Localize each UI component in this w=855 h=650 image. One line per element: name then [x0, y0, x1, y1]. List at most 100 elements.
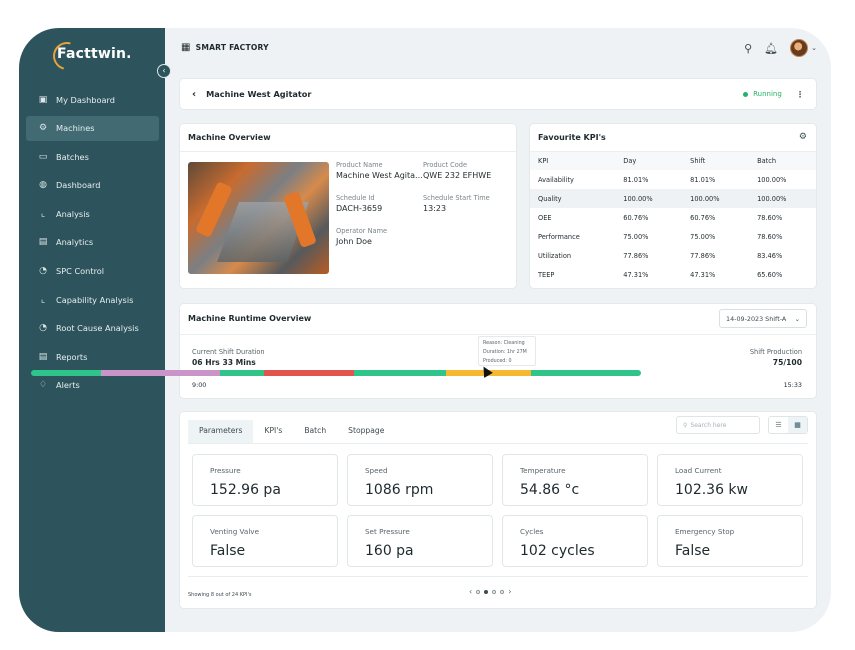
- page-title: Machine West Agitator: [206, 89, 312, 99]
- grid-view-icon[interactable]: ▦: [788, 417, 807, 433]
- parameter-value: 102 cycles: [520, 543, 595, 559]
- product-name-value: Machine West Agita...: [336, 171, 423, 180]
- timeline-segment[interactable]: [220, 370, 265, 376]
- parameter-tile[interactable]: Set Pressure 160 pa: [347, 515, 493, 567]
- table-cell: Performance: [538, 232, 580, 241]
- avatar[interactable]: [790, 39, 809, 57]
- table-cell: Quality: [530, 189, 616, 208]
- prev-page-icon[interactable]: ‹: [469, 587, 472, 596]
- sidebar-item-spc-control[interactable]: ◔ SPC Control: [26, 259, 159, 284]
- sidebar-item-alerts[interactable]: ♢ Alerts: [26, 373, 159, 398]
- sidebar-item-capability-analysis[interactable]: ⌞ Capability Analysis: [26, 287, 159, 312]
- table-row: Utilization 77.86% 77.86% 83.46%: [530, 246, 816, 265]
- sidebar-item-label: Alerts: [56, 380, 80, 391]
- parameter-tile[interactable]: Venting Valve False: [192, 515, 338, 567]
- bell-icon: ♢: [38, 380, 48, 391]
- robot-arm-shape: [195, 181, 233, 238]
- parameter-value: 160 pa: [365, 543, 414, 559]
- calculator-icon: ▤: [38, 237, 48, 248]
- parameter-label: Temperature: [520, 466, 566, 475]
- shift-end-time: 15:33: [783, 381, 802, 389]
- tab-parameters[interactable]: Parameters: [188, 420, 254, 444]
- list-view-icon[interactable]: ☰: [769, 417, 788, 433]
- kpi-table: KPI Day Shift Batch Availability 81.01% 81.01…: [530, 152, 816, 284]
- chevron-down-icon: ⌄: [794, 314, 800, 323]
- brand-label: SMART FACTORY: [195, 43, 269, 52]
- search-icon: ⚲: [683, 421, 688, 429]
- search-icon[interactable]: ⚲: [744, 42, 752, 55]
- sidebar-item-label: Root Cause Analysis: [56, 323, 139, 334]
- search-input[interactable]: ⚲ Search here: [676, 416, 760, 434]
- parameter-label: Load Current: [675, 466, 722, 475]
- duration-value: 06 Hrs 33 Mins: [192, 358, 256, 367]
- timeline-segment[interactable]: [264, 370, 355, 376]
- table-cell: 60.76%: [690, 213, 716, 222]
- timeline-segment[interactable]: [531, 370, 641, 376]
- table-cell: 75.00%: [690, 232, 716, 241]
- table-cell: 78.60%: [757, 213, 783, 222]
- back-icon[interactable]: ‹: [192, 89, 196, 100]
- parameter-value: 54.86 °c: [520, 482, 580, 498]
- machine-header: ‹ Machine West Agitator Running ⋮: [180, 79, 816, 109]
- sidebar-item-root-cause-analysis[interactable]: ◔ Root Cause Analysis: [26, 316, 159, 341]
- page-dot-active[interactable]: [484, 589, 489, 594]
- overview-title: Machine Overview: [180, 124, 516, 152]
- status-label: Running: [753, 90, 782, 98]
- table-cell: TEEP: [538, 270, 555, 279]
- tooltip-produced: Produced: 0: [483, 359, 512, 364]
- parameters-card: Parameters KPI's Batch Stoppage ⚲ Search…: [180, 412, 816, 608]
- production-value: 75/100: [772, 358, 802, 367]
- sidebar-item-my-dashboard[interactable]: ▣ My Dashboard: [26, 87, 159, 112]
- sidebar-item-dashboard[interactable]: ◍ Dashboard: [26, 173, 159, 198]
- schedule-id-label: Schedule Id: [336, 194, 375, 202]
- tab-batch[interactable]: Batch: [293, 420, 337, 444]
- parameter-tile[interactable]: Load Current 102.36 kw: [657, 454, 803, 506]
- chevron-down-icon[interactable]: ⌄: [811, 44, 817, 52]
- operator-value: John Doe: [336, 237, 372, 246]
- sidebar-item-machines[interactable]: ⚙ Machines: [26, 115, 159, 141]
- gear-icon[interactable]: ⚙: [799, 132, 807, 142]
- table-cell: 65.60%: [757, 270, 783, 279]
- next-page-icon[interactable]: ›: [508, 587, 511, 596]
- sidebar-item-batches[interactable]: ▭ Batches: [26, 144, 159, 169]
- shift-date-select[interactable]: 14-09-2023 Shift-A ⌄: [719, 309, 807, 328]
- page-dot[interactable]: [476, 589, 481, 594]
- page-dot[interactable]: [492, 589, 497, 594]
- parameter-tile[interactable]: Pressure 152.96 pa: [192, 454, 338, 506]
- brand: ▦ SMART FACTORY: [181, 42, 269, 53]
- collapse-sidebar-button[interactable]: ‹: [157, 64, 171, 78]
- parameter-tile[interactable]: Temperature 54.86 °c: [502, 454, 648, 506]
- logo: Facttwin.: [57, 46, 132, 62]
- page-dot[interactable]: [500, 589, 505, 594]
- tab-kpis[interactable]: KPI's: [253, 420, 293, 444]
- more-icon[interactable]: ⋮: [796, 89, 804, 99]
- parameter-tile[interactable]: Cycles 102 cycles: [502, 515, 648, 567]
- parameter-tile[interactable]: Speed 1086 rpm: [347, 454, 493, 506]
- bell-icon[interactable]: 🔔︎: [764, 42, 778, 55]
- timeline-segment[interactable]: [31, 370, 102, 376]
- kpi-column-header: Day: [615, 152, 683, 170]
- sidebar-item-analytics[interactable]: ▤ Analytics: [26, 230, 159, 255]
- runtime-timeline-bar[interactable]: [31, 370, 641, 376]
- sidebar-item-analysis[interactable]: ⌞ Analysis: [26, 201, 159, 226]
- parameter-label: Speed: [365, 466, 388, 475]
- report-icon: ▤: [38, 351, 48, 362]
- table-cell: 81.01%: [623, 175, 649, 184]
- table-cell: 60.76%: [623, 213, 649, 222]
- tab-stoppage[interactable]: Stoppage: [337, 420, 395, 444]
- kpi-title: Favourite KPI's: [530, 124, 816, 152]
- parameter-tile[interactable]: Emergency Stop False: [657, 515, 803, 567]
- timeline-segment[interactable]: [101, 370, 221, 376]
- table-cell: 100.00%: [682, 189, 750, 208]
- parameter-value: 1086 rpm: [365, 482, 434, 498]
- timeline-segment[interactable]: [354, 370, 446, 376]
- user-menu[interactable]: ⌄: [790, 39, 817, 57]
- table-row: TEEP 47.31% 47.31% 65.60%: [530, 265, 816, 284]
- sidebar-item-reports[interactable]: ▤ Reports: [26, 344, 159, 369]
- parameter-label: Set Pressure: [365, 527, 410, 536]
- view-toggle: ☰ ▦: [768, 416, 808, 434]
- table-row: OEE 60.76% 60.76% 78.60%: [530, 208, 816, 227]
- parameter-value: False: [675, 543, 711, 559]
- trend-icon: ⌞: [40, 294, 46, 305]
- sidebar-item-label: Batches: [56, 151, 89, 162]
